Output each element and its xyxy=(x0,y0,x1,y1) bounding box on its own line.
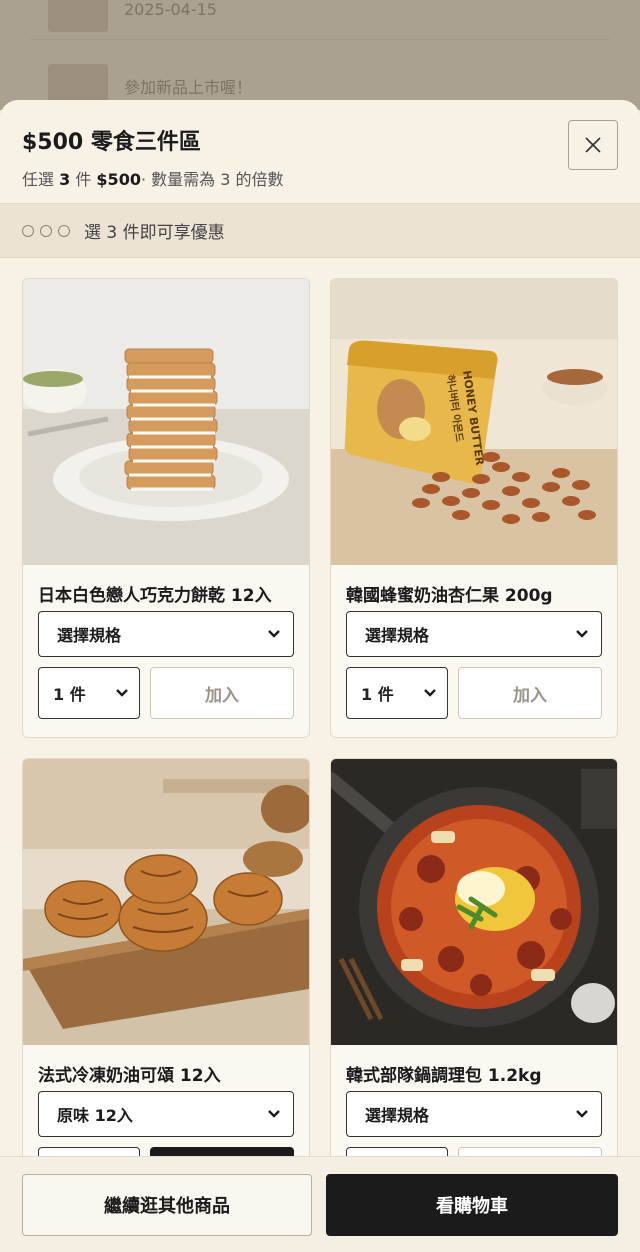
card-actions: 1 件 加入 xyxy=(346,667,602,719)
progress-dots xyxy=(22,224,70,237)
add-button[interactable]: 加入 xyxy=(458,667,602,719)
progress-dot xyxy=(58,224,70,237)
variant-select[interactable]: 原味 12入 xyxy=(38,1091,294,1137)
product-image[interactable]: HONEY BUTTER 허니버터 아몬드 xyxy=(331,279,617,565)
chevron-down-icon xyxy=(268,630,280,638)
sheet-title: $500 零食三件區 xyxy=(22,130,201,155)
subtitle-mid: 件 xyxy=(70,170,97,189)
subtitle-suffix: · 數量需為 3 的倍數 xyxy=(140,170,284,189)
close-button[interactable] xyxy=(568,120,618,170)
view-cart-button[interactable]: 看購物車 xyxy=(326,1173,618,1236)
variant-select[interactable]: 選擇規格 xyxy=(38,611,294,657)
variant-select-value: 選擇規格 xyxy=(365,626,430,645)
variant-select-value: 原味 12入 xyxy=(57,1106,133,1125)
chevron-down-icon xyxy=(424,689,436,697)
product-name: 法式冷凍奶油可頌 12入 xyxy=(38,1066,221,1086)
chevron-down-icon xyxy=(116,689,128,697)
close-icon xyxy=(585,137,601,153)
add-button[interactable]: 加入 xyxy=(150,667,294,719)
chevron-down-icon xyxy=(268,1110,280,1118)
variant-select[interactable]: 選擇規格 xyxy=(346,611,602,657)
subtitle-price: $500 xyxy=(96,170,141,189)
quantity-select[interactable]: 1 件 xyxy=(38,667,140,719)
chevron-down-icon xyxy=(576,630,588,638)
product-card: HONEY BUTTER 허니버터 아몬드 韓國蜂蜜奶油杏仁果 200g 選擇規 xyxy=(330,278,618,738)
progress-text: 選 3 件即可享優惠 xyxy=(84,223,225,243)
product-card: 日本白色戀人巧克力餅乾 12入 選擇規格 1 件 加入 xyxy=(22,278,310,738)
variant-select-value: 選擇規格 xyxy=(365,1106,430,1125)
quantity-value: 1 件 xyxy=(53,685,86,704)
product-image[interactable] xyxy=(23,279,309,565)
sheet-footer: 繼續逛其他商品 看購物車 xyxy=(0,1156,640,1252)
sheet-subtitle: 任選 3 件 $500· 數量需為 3 的倍數 xyxy=(22,166,618,190)
product-name: 韓國蜂蜜奶油杏仁果 200g xyxy=(346,586,553,606)
product-image[interactable] xyxy=(331,759,617,1045)
bundle-sheet: $500 零食三件區 任選 3 件 $500· 數量需為 3 的倍數 選 3 件… xyxy=(0,100,640,1252)
product-card: 法式冷凍奶油可頌 12入 原味 12入 xyxy=(22,758,310,1218)
variant-select[interactable]: 選擇規格 xyxy=(346,1091,602,1137)
subtitle-count: 3 xyxy=(59,170,71,189)
quantity-select[interactable]: 1 件 xyxy=(346,667,448,719)
bundle-progress: 選 3 件即可享優惠 xyxy=(0,204,640,258)
quantity-value: 1 件 xyxy=(361,685,394,704)
progress-dot xyxy=(40,224,52,237)
product-card: 韓式部隊鍋調理包 1.2kg 選擇規格 xyxy=(330,758,618,1218)
product-name: 日本白色戀人巧克力餅乾 12入 xyxy=(38,586,272,606)
variant-select-value: 選擇規格 xyxy=(57,626,122,645)
progress-dot xyxy=(22,224,34,237)
chevron-down-icon xyxy=(576,1110,588,1118)
continue-shopping-button[interactable]: 繼續逛其他商品 xyxy=(22,1173,312,1236)
product-image[interactable] xyxy=(23,759,309,1045)
sheet-header: $500 零食三件區 任選 3 件 $500· 數量需為 3 的倍數 xyxy=(0,100,640,204)
product-grid: 日本白色戀人巧克力餅乾 12入 選擇規格 1 件 加入 HONEY BUTTER… xyxy=(22,278,618,1218)
modal-overlay[interactable] xyxy=(0,0,640,110)
subtitle-prefix: 任選 xyxy=(22,170,60,189)
card-actions: 1 件 加入 xyxy=(38,667,294,719)
product-name: 韓式部隊鍋調理包 1.2kg xyxy=(346,1066,542,1086)
